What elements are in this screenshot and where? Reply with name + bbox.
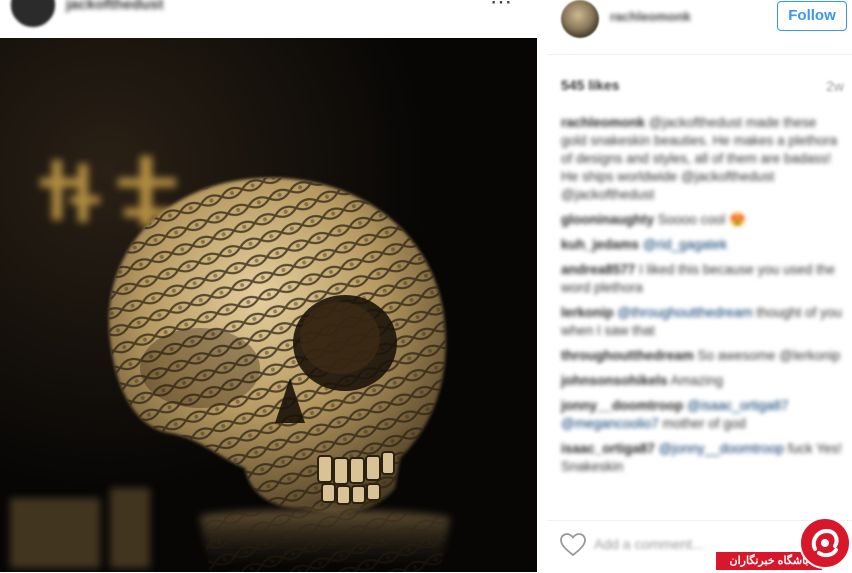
comment-username[interactable]: throughoutthedream <box>561 348 694 363</box>
comment-item: glooninaughty Soooo cool 😍 <box>561 211 843 229</box>
watermark-logo-icon <box>799 517 851 569</box>
follow-button[interactable]: Follow <box>777 1 847 31</box>
add-comment-input[interactable]: Add a comment... <box>594 536 704 552</box>
comment-text: mother of god <box>662 416 746 431</box>
comment-username[interactable]: rachleomonk <box>561 115 645 130</box>
comment-item: throughoutthedream So awesome @lerkonip <box>561 347 843 365</box>
comment-item: lerkonip @throughoutthedream thought of … <box>561 304 843 340</box>
author-username[interactable]: rachleomonk <box>610 9 691 24</box>
skull-photo-illustration <box>0 38 537 572</box>
comment-text: Soooo cool 😍 <box>657 212 746 227</box>
comment-mention[interactable]: @throughoutthedream <box>617 305 752 320</box>
header-divider <box>548 54 852 55</box>
comment-username[interactable]: glooninaughty <box>561 212 654 227</box>
comment-mention[interactable]: @jonny__doomtroop <box>659 441 785 456</box>
heart-icon[interactable] <box>560 533 586 557</box>
comment-username[interactable]: kuh_jedams <box>561 237 639 252</box>
comment-mention[interactable]: @rid_gagatek <box>643 237 727 252</box>
comment-item: johnsonsohikels Amazing <box>561 372 843 390</box>
comments-list: rachleomonk @jackofthedust made these go… <box>561 114 843 483</box>
post-photo[interactable] <box>0 38 537 572</box>
comment-username[interactable]: jonny__doomtroop <box>561 398 683 413</box>
comment-item: rachleomonk @jackofthedust made these go… <box>561 114 843 204</box>
three-dots-icon[interactable]: ⋯ <box>488 0 514 13</box>
poster-avatar[interactable] <box>10 0 56 28</box>
likes-count[interactable]: 545 likes <box>561 77 619 93</box>
comment-username[interactable]: isaac_ortiga87 <box>561 441 655 456</box>
comment-item: andrea8577 I liked this because you used… <box>561 261 843 297</box>
post-header: jackofthedust ⋯ <box>0 0 537 38</box>
author-avatar[interactable] <box>561 0 599 38</box>
comment-item: isaac_ortiga87 @jonny__doomtroop fuck Ye… <box>561 440 843 476</box>
comment-text: So awesome @lerkonip <box>697 348 841 363</box>
comment-item: jonny__doomtroop @isaac_ortiga87 @meganc… <box>561 397 843 433</box>
comment-item: kuh_jedams @rid_gagatek <box>561 236 843 254</box>
comment-text: Amazing <box>670 373 724 388</box>
post-age[interactable]: 2w <box>826 78 844 94</box>
comment-username[interactable]: johnsonsohikels <box>561 373 668 388</box>
comment-username[interactable]: lerkonip <box>561 305 614 320</box>
comment-username[interactable]: andrea8577 <box>561 262 635 277</box>
poster-username[interactable]: jackofthedust <box>66 0 164 13</box>
